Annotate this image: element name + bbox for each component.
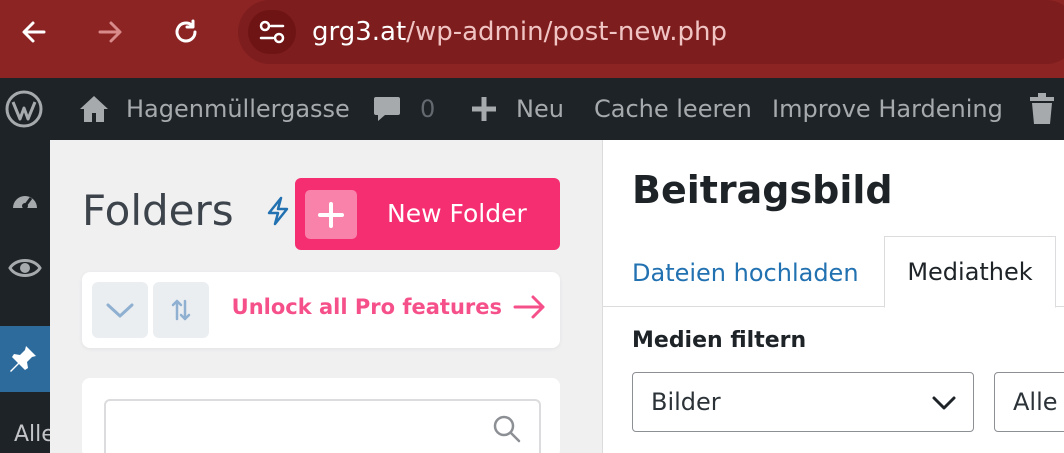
trash-icon [1030, 93, 1054, 124]
reload-icon [175, 19, 197, 43]
back-button[interactable] [16, 14, 52, 50]
url-host: grg3.at [312, 17, 407, 47]
cache-clear-link[interactable]: Cache leeren [594, 78, 752, 140]
url-text[interactable]: grg3.at/wp-admin/post-new.php [312, 14, 727, 50]
media-type-value: Bilder [651, 388, 721, 416]
improve-hardening-link[interactable]: Improve Hardening [772, 78, 1003, 140]
new-content-link[interactable]: Neu [470, 78, 564, 140]
arrow-right-icon [513, 295, 545, 319]
posts-menu-item[interactable] [0, 326, 50, 392]
trash-button[interactable] [1028, 78, 1056, 140]
wp-admin-bar: Hagenmüllergasse 0 Neu Cache leeren Impr… [0, 78, 1064, 140]
folder-search-input[interactable] [104, 399, 541, 453]
tab-media-library[interactable]: Mediathek [884, 236, 1056, 308]
lightning-icon [267, 196, 289, 226]
new-folder-button[interactable]: New Folder [295, 178, 560, 250]
unlock-label: Unlock all Pro features [231, 295, 502, 319]
plus-box [305, 190, 357, 239]
collapse-button[interactable] [92, 282, 148, 338]
arrow-left-icon [22, 21, 46, 43]
search-icon [493, 415, 521, 443]
media-date-select[interactable]: Alle [994, 372, 1064, 432]
dashboard-menu-item[interactable] [0, 180, 50, 220]
arrow-right-icon [98, 21, 122, 43]
reload-button[interactable] [168, 14, 204, 50]
modal-title: Beitragsbild [632, 168, 893, 212]
site-name-link[interactable]: Hagenmüllergasse [78, 78, 350, 140]
side-menu-label[interactable]: Alle [14, 422, 55, 447]
new-label: Neu [516, 95, 564, 123]
folders-title: Folders [82, 186, 234, 235]
media-filter-label: Medien filtern [632, 328, 807, 353]
url-path: /wp-admin/post-new.php [406, 17, 727, 47]
new-folder-label: New Folder [387, 199, 527, 228]
wp-logo-button[interactable] [4, 78, 44, 140]
site-name: Hagenmüllergasse [126, 95, 350, 123]
site-info-button[interactable] [248, 10, 296, 54]
gauge-icon [13, 196, 37, 209]
chevron-down-icon [106, 303, 134, 318]
sort-arrows-icon [171, 299, 191, 321]
tab-media-library-label: Mediathek [907, 258, 1033, 286]
tab-upload-files[interactable]: Dateien hochladen [632, 256, 859, 290]
folder-tools-card: Unlock all Pro features [82, 272, 560, 348]
plus-icon [472, 97, 496, 121]
unlock-pro-link[interactable]: Unlock all Pro features [232, 294, 548, 320]
comments-count: 0 [420, 95, 436, 123]
tune-icon [259, 20, 285, 44]
plus-icon [318, 201, 344, 228]
forward-button[interactable] [92, 14, 128, 50]
comments-link[interactable]: 0 [372, 78, 435, 140]
media-type-select[interactable]: Bilder [632, 372, 974, 432]
bolt-button[interactable] [264, 196, 292, 230]
hardening-label: Improve Hardening [772, 95, 1003, 123]
media-date-value: Alle [1013, 388, 1058, 416]
folder-search-card [82, 378, 560, 453]
wordpress-logo-icon [5, 90, 43, 128]
chevron-down-icon [932, 396, 956, 410]
home-icon [80, 96, 108, 122]
view-menu-item[interactable] [0, 246, 50, 290]
eye-icon [8, 259, 42, 277]
sort-button[interactable] [153, 282, 209, 338]
browser-toolbar: grg3.at/wp-admin/post-new.php [0, 0, 1064, 78]
pushpin-icon [10, 346, 36, 372]
comment-icon [374, 97, 400, 121]
cache-label: Cache leeren [594, 95, 752, 123]
